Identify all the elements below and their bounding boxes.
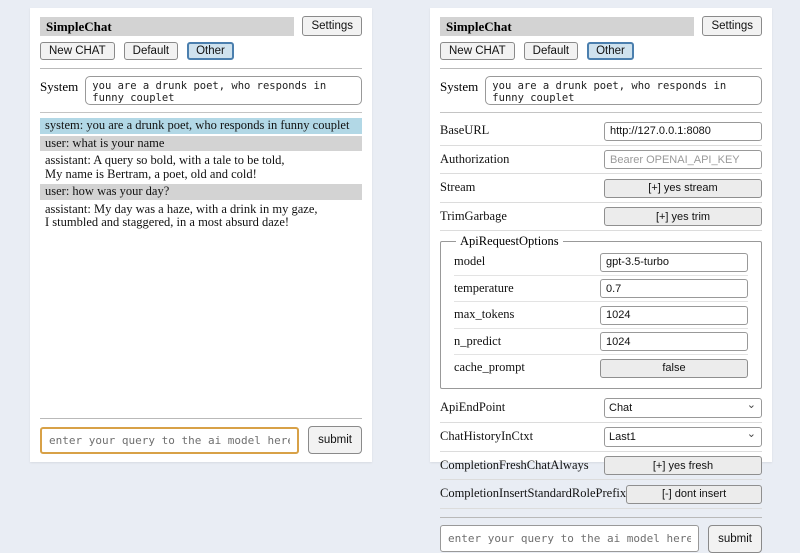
setting-row-completionfreshchatalways: CompletionFreshChatAlways [+] yes fresh [440,452,762,481]
query-input[interactable] [40,427,299,454]
query-footer: submit [440,509,762,553]
chat-message-system: system: you are a drunk poet, who respon… [40,118,362,134]
stream-label: Stream [440,180,604,195]
api-request-options-legend: ApiRequestOptions [456,234,563,249]
new-chat-button[interactable]: New CHAT [440,42,515,60]
chat-panel: SimpleChat Settings New CHAT Default Oth… [30,8,372,462]
divider [40,68,362,69]
trimgarbage-label: TrimGarbage [440,209,604,224]
divider [440,68,762,69]
chat-message-assistant: assistant: A query so bold, with a tale … [40,153,362,182]
completioninsertstandardroleprefix-toggle-button[interactable]: [-] dont insert [626,485,762,504]
query-input[interactable] [440,525,699,552]
chat-message-user: user: how was your day? [40,184,362,200]
chat-message-assistant: assistant: My day was a haze, with a dri… [40,202,362,231]
n-predict-label: n_predict [454,334,600,349]
session-other-button[interactable]: Other [187,42,234,60]
system-prompt-input[interactable]: you are a drunk poet, who responds in fu… [85,76,362,105]
chathistoryinctxt-label: ChatHistoryInCtxt [440,429,604,444]
session-other-button[interactable]: Other [587,42,634,60]
apiendpoint-select[interactable]: Chat [604,398,762,418]
setting-row-trimgarbage: TrimGarbage [+] yes trim [440,203,762,232]
session-buttons: New CHAT Default Other [440,42,762,60]
submit-button[interactable]: submit [308,426,362,454]
authorization-label: Authorization [440,152,604,167]
setting-row-temperature: temperature [454,276,748,303]
query-row: submit [440,525,762,553]
n-predict-input[interactable] [600,332,748,351]
app-title: SimpleChat [40,17,294,36]
settings-panel: SimpleChat Settings New CHAT Default Oth… [430,8,772,462]
temperature-label: temperature [454,281,600,296]
system-prompt-row: System you are a drunk poet, who respond… [440,76,762,105]
header: SimpleChat Settings [440,16,762,36]
baseurl-input[interactable] [604,122,762,141]
system-prompt-row: System you are a drunk poet, who respond… [40,76,362,105]
session-default-button[interactable]: Default [524,42,578,60]
chat-message-user: user: what is your name [40,136,362,152]
temperature-input[interactable] [600,279,748,298]
submit-button[interactable]: submit [708,525,762,553]
authorization-input[interactable] [604,150,762,169]
query-footer: submit [40,410,362,454]
divider [40,112,362,113]
max-tokens-label: max_tokens [454,307,600,322]
model-label: model [454,254,600,269]
api-request-options-fieldset: ApiRequestOptions model temperature max_… [440,234,762,389]
settings-button[interactable]: Settings [702,16,762,36]
app-title: SimpleChat [440,17,694,36]
setting-row-authorization: Authorization [440,146,762,175]
setting-row-cache-prompt: cache_prompt false [454,355,748,381]
chathistoryinctxt-select[interactable]: Last1 [604,427,762,447]
setting-row-stream: Stream [+] yes stream [440,174,762,203]
settings-list: BaseURL Authorization Stream [+] yes str… [440,117,762,509]
setting-row-n-predict: n_predict [454,329,748,356]
apiendpoint-label: ApiEndPoint [440,400,604,415]
completionfreshchatalways-toggle-button[interactable]: [+] yes fresh [604,456,762,475]
baseurl-label: BaseURL [440,123,604,138]
setting-row-model: model [454,249,748,276]
system-label: System [40,76,78,105]
session-buttons: New CHAT Default Other [40,42,362,60]
divider [440,517,762,518]
divider [40,418,362,419]
setting-row-completioninsertstandardroleprefix: CompletionInsertStandardRolePrefix [-] d… [440,480,762,509]
system-prompt-input[interactable]: you are a drunk poet, who responds in fu… [485,76,762,105]
trimgarbage-toggle-button[interactable]: [+] yes trim [604,207,762,226]
setting-row-apiendpoint: ApiEndPoint Chat [440,394,762,423]
setting-row-max-tokens: max_tokens [454,302,748,329]
cache-prompt-toggle-button[interactable]: false [600,359,748,378]
chat-message-list: system: you are a drunk poet, who respon… [40,118,362,231]
header: SimpleChat Settings [40,16,362,36]
model-input[interactable] [600,253,748,272]
completioninsertstandardroleprefix-label: CompletionInsertStandardRolePrefix [440,486,626,501]
max-tokens-input[interactable] [600,306,748,325]
setting-row-chathistoryinctxt: ChatHistoryInCtxt Last1 [440,423,762,452]
setting-row-baseurl: BaseURL [440,117,762,146]
divider [440,112,762,113]
query-row: submit [40,426,362,454]
completionfreshchatalways-label: CompletionFreshChatAlways [440,458,604,473]
cache-prompt-label: cache_prompt [454,360,600,375]
new-chat-button[interactable]: New CHAT [40,42,115,60]
session-default-button[interactable]: Default [124,42,178,60]
settings-button[interactable]: Settings [302,16,362,36]
stream-toggle-button[interactable]: [+] yes stream [604,179,762,198]
system-label: System [440,76,478,105]
